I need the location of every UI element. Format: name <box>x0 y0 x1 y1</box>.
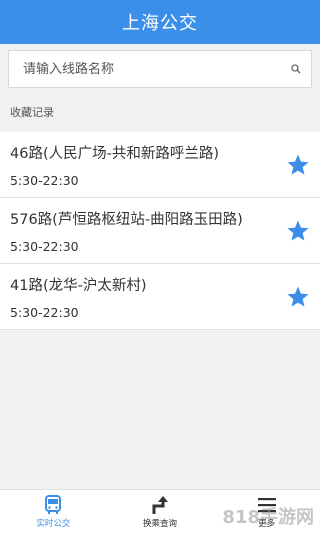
route-name: 576路(芦恒路枢纽站-曲阳路玉田路) <box>10 211 243 228</box>
route-name: 41路(龙华-沪太新村) <box>10 277 147 294</box>
search-box[interactable] <box>8 50 312 88</box>
tab-transfer-query[interactable]: 换乘查询 <box>107 490 214 533</box>
tab-label: 换乘查询 <box>143 518 178 529</box>
route-name: 46路(人民广场-共和新路呼兰路) <box>10 145 219 162</box>
favorite-item[interactable]: 46路(人民广场-共和新路呼兰路) 5:30-22:30 <box>0 132 320 198</box>
search-bar <box>0 44 320 92</box>
bus-icon <box>45 494 62 514</box>
favorite-item-text: 576路(芦恒路枢纽站-曲阳路玉田路) 5:30-22:30 <box>10 208 286 254</box>
search-input[interactable] <box>17 61 289 77</box>
route-hours: 5:30-22:30 <box>10 304 79 320</box>
transfer-arrow-icon <box>152 495 168 514</box>
star-icon[interactable] <box>286 219 310 243</box>
route-hours: 5:30-22:30 <box>10 238 79 254</box>
page-title: 上海公交 <box>122 13 198 34</box>
section-label-text: 收藏记录 <box>10 106 54 119</box>
search-icon[interactable] <box>289 62 303 76</box>
favorites-list: 46路(人民广场-共和新路呼兰路) 5:30-22:30 576路(芦恒路枢纽站… <box>0 132 320 330</box>
star-icon[interactable] <box>286 153 310 177</box>
tab-realtime-bus[interactable]: 实时公交 <box>0 490 107 533</box>
favorites-section-label: 收藏记录 <box>0 92 320 132</box>
favorite-item[interactable]: 41路(龙华-沪太新村) 5:30-22:30 <box>0 264 320 330</box>
star-icon[interactable] <box>286 285 310 309</box>
favorite-item[interactable]: 576路(芦恒路枢纽站-曲阳路玉田路) 5:30-22:30 <box>0 198 320 264</box>
route-hours: 5:30-22:30 <box>10 172 79 188</box>
tab-label: 实时公交 <box>36 518 71 529</box>
favorite-item-text: 46路(人民广场-共和新路呼兰路) 5:30-22:30 <box>10 142 286 188</box>
app-header: 上海公交 <box>0 0 320 44</box>
watermark: 818手游网 <box>222 507 314 528</box>
favorite-item-text: 41路(龙华-沪太新村) 5:30-22:30 <box>10 274 286 320</box>
